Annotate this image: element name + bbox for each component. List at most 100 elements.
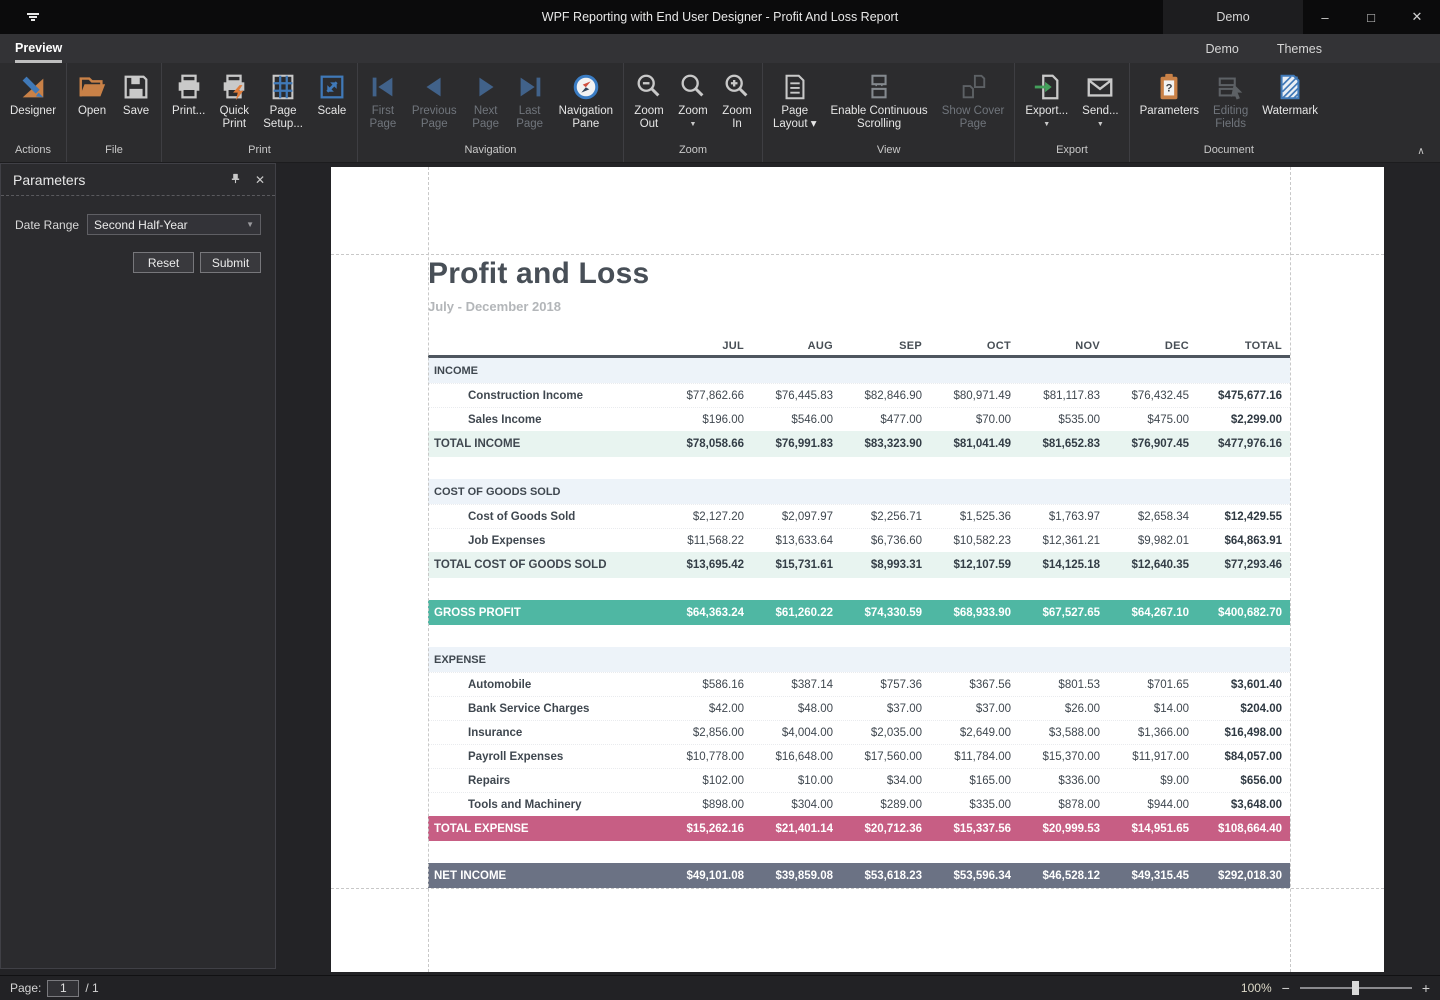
page-layout-label: PageLayout ▾	[773, 105, 817, 131]
send-button[interactable]: Send...▼	[1075, 63, 1125, 129]
cell-value: $387.14	[747, 679, 836, 691]
first-page-button: FirstPage	[361, 63, 405, 131]
cell-value: $74,330.59	[836, 607, 925, 619]
print-button[interactable]: Print...	[165, 63, 212, 118]
title-bar: WPF Reporting with End User Designer - P…	[0, 0, 1440, 34]
page-setup-button[interactable]: PageSetup...	[256, 63, 310, 131]
ribbon-group-zoom: ZoomOutZoom▼ZoomInZoom	[623, 63, 762, 162]
cell-value: $81,652.83	[1014, 438, 1103, 450]
cell-value: $1,763.97	[1014, 511, 1103, 523]
last-page-label: LastPage	[516, 105, 543, 131]
collapse-ribbon-icon[interactable]: ∧	[1414, 144, 1428, 158]
cell-value: $16,648.00	[747, 751, 836, 763]
cell-value: $76,432.45	[1103, 390, 1192, 402]
table-row-construction-income: Construction Income$77,862.66$76,445.83$…	[428, 383, 1290, 407]
cell-value: $196.00	[658, 414, 747, 426]
table-row-insurance: Insurance$2,856.00$4,004.00$2,035.00$2,6…	[428, 720, 1290, 744]
row-label: Insurance	[428, 727, 658, 739]
quick-print-icon	[219, 72, 249, 102]
cell-value: $10.00	[747, 775, 836, 787]
watermark-button[interactable]: Watermark	[1255, 63, 1325, 118]
link-demo[interactable]: Demo	[1206, 42, 1239, 56]
scale-icon	[317, 72, 347, 102]
row-label: TOTAL INCOME	[428, 438, 658, 450]
close-button[interactable]: ✕	[1394, 0, 1440, 34]
enable-continuous-scrolling-button[interactable]: Enable ContinuousScrolling	[824, 63, 935, 131]
cell-value: $12,429.55	[1192, 511, 1290, 523]
scale-button[interactable]: Scale	[310, 63, 354, 118]
zoom-percentage: 100%	[1241, 981, 1272, 995]
zoom-in-button[interactable]: ZoomIn	[715, 63, 759, 131]
cell-value: $76,907.45	[1103, 438, 1192, 450]
open-icon	[77, 72, 107, 102]
table-row-automobile: Automobile$586.16$387.14$757.36$367.56$8…	[428, 672, 1290, 696]
tab-preview[interactable]: Preview	[15, 41, 62, 57]
cell-value: $336.00	[1014, 775, 1103, 787]
cell-value: $9.00	[1103, 775, 1192, 787]
parameters-panel-title: Parameters	[13, 172, 230, 188]
reset-button[interactable]: Reset	[133, 252, 194, 273]
left-margin-guide	[428, 167, 429, 972]
cell-value: $4,004.00	[747, 727, 836, 739]
cell-value: $20,712.36	[836, 823, 925, 835]
cell-value: $15,337.56	[925, 823, 1014, 835]
titlebar-demo-section[interactable]: Demo	[1163, 0, 1303, 34]
minimize-button[interactable]: –	[1302, 0, 1348, 34]
open-label: Open	[78, 105, 106, 118]
row-label: Automobile	[428, 679, 658, 691]
cell-value: $14,951.65	[1103, 823, 1192, 835]
right-margin-guide	[1290, 167, 1291, 972]
page-layout-icon	[780, 72, 810, 102]
export-label: Export...	[1025, 105, 1068, 118]
cell-value: $49,315.45	[1103, 870, 1192, 882]
maximize-button[interactable]: □	[1348, 0, 1394, 34]
cell-value: $400,682.70	[1192, 607, 1290, 619]
page-number-input[interactable]	[47, 980, 79, 997]
bottom-margin-guide	[331, 888, 1384, 889]
cell-value: $2,127.20	[658, 511, 747, 523]
page-label: Page:	[10, 981, 41, 995]
zoom-out-icon[interactable]: −	[1282, 980, 1290, 996]
print-icon	[174, 72, 204, 102]
cell-value: $3,601.40	[1192, 679, 1290, 691]
cell-value: $289.00	[836, 799, 925, 811]
open-button[interactable]: Open	[70, 63, 114, 118]
save-label: Save	[123, 105, 149, 118]
pin-icon[interactable]	[230, 173, 241, 186]
export-button[interactable]: Export... ▼	[1018, 63, 1075, 129]
quick-print-button[interactable]: QuickPrint	[212, 63, 256, 131]
row-label: INCOME	[428, 365, 658, 377]
cell-value: $64,267.10	[1103, 607, 1192, 619]
page-layout-button[interactable]: PageLayout ▾	[766, 63, 824, 131]
navigation-pane-icon	[571, 72, 601, 102]
report-subtitle: July - December 2018	[428, 299, 561, 314]
next-page-label: NextPage	[472, 105, 499, 131]
link-themes[interactable]: Themes	[1277, 42, 1322, 56]
navigation-pane-button[interactable]: NavigationPane	[552, 63, 620, 131]
table-row-tools-and-machinery: Tools and Machinery$898.00$304.00$289.00…	[428, 792, 1290, 816]
parameters-button[interactable]: ?Parameters	[1133, 63, 1206, 118]
cell-value: $53,618.23	[836, 870, 925, 882]
zoom-slider[interactable]	[1300, 981, 1412, 995]
cell-value: $64,363.24	[658, 607, 747, 619]
cell-value: $81,041.49	[925, 438, 1014, 450]
zoom-button[interactable]: Zoom▼	[671, 63, 715, 129]
enable-continuous-scrolling-icon	[864, 72, 894, 102]
report-page: Profit and Loss July - December 2018 JUL…	[331, 167, 1384, 972]
ribbon-right-links: Demo Themes	[1206, 42, 1323, 56]
report-table: JULAUGSEPOCTNOVDECTOTALINCOMEConstructio…	[428, 335, 1290, 888]
close-panel-icon[interactable]: ✕	[255, 174, 265, 186]
cell-value: $10,582.23	[925, 535, 1014, 547]
zoom-slider-thumb[interactable]	[1352, 981, 1359, 995]
cell-value: $335.00	[925, 799, 1014, 811]
zoom-out-button[interactable]: ZoomOut	[627, 63, 671, 131]
designer-button[interactable]: Designer	[3, 63, 63, 118]
cell-value: $11,917.00	[1103, 751, 1192, 763]
chevron-down-icon: ▼	[1043, 120, 1050, 129]
cell-value: $14.00	[1103, 703, 1192, 715]
first-page-label: FirstPage	[369, 105, 396, 131]
date-range-select[interactable]: Second Half-Year ▼	[87, 214, 261, 235]
save-button[interactable]: Save	[114, 63, 158, 118]
submit-button[interactable]: Submit	[200, 252, 261, 273]
zoom-in-icon[interactable]: +	[1422, 980, 1430, 996]
